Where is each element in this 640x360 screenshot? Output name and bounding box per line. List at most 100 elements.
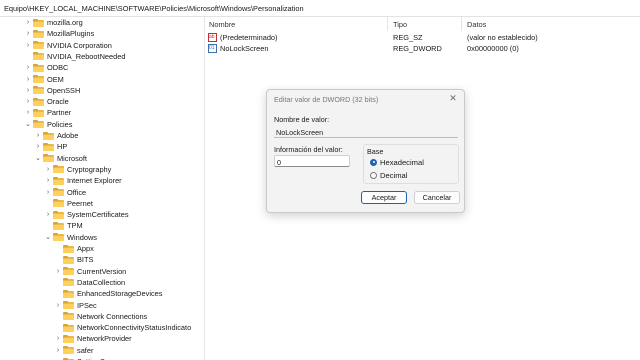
radio-decimal[interactable]: Decimal: [370, 170, 407, 180]
close-icon[interactable]: ✕: [448, 93, 458, 103]
tree-item-label: OEM: [47, 74, 64, 84]
chevron-down-icon[interactable]: ⌄: [34, 153, 42, 164]
folder-icon: [63, 278, 74, 287]
chevron-right-icon[interactable]: ›: [24, 74, 32, 85]
chevron-right-icon[interactable]: ›: [24, 107, 32, 118]
tree-item[interactable]: ⌄ Windows: [44, 232, 97, 243]
value-data-input[interactable]: 0: [274, 155, 350, 167]
tree-item[interactable]: EnhancedStorageDevices: [54, 288, 162, 299]
tree-item-label: NetworkConnectivityStatusIndicato: [77, 323, 192, 333]
tree-item[interactable]: › OpenSSH: [24, 85, 80, 96]
tree-item-label: HP: [57, 142, 68, 152]
tree-item[interactable]: › NVIDIA Corporation: [24, 40, 112, 51]
registry-tree[interactable]: › mozilla.org › MozillaPlugins › NVIDIA Corpo…: [0, 17, 200, 360]
base-label: Base: [367, 147, 384, 156]
tree-item[interactable]: › Internet Explorer: [44, 175, 122, 186]
tree-item-label: MozillaPlugins: [47, 29, 95, 39]
tree-item[interactable]: › HP: [34, 141, 67, 152]
folder-icon: [33, 41, 44, 50]
dword-value-icon: [208, 44, 217, 53]
chevron-right-icon[interactable]: ›: [24, 85, 32, 96]
radio-unselected-icon[interactable]: [370, 171, 377, 179]
chevron-right-icon[interactable]: ›: [44, 164, 52, 175]
chevron-right-icon[interactable]: ›: [24, 28, 32, 39]
tree-item[interactable]: NetworkConnectivityStatusIndicato: [54, 322, 191, 333]
tree-item[interactable]: DataCollection: [54, 277, 125, 288]
radio-label: Decimal: [380, 170, 408, 180]
ok-button[interactable]: Aceptar: [361, 191, 407, 204]
column-header-type[interactable]: Tipo: [393, 20, 407, 29]
chevron-right-icon[interactable]: ›: [54, 300, 62, 311]
column-divider[interactable]: [387, 17, 388, 31]
tree-item-label: Cryptography: [67, 164, 112, 174]
tree-item[interactable]: › SystemCertificates: [44, 209, 129, 220]
tree-item[interactable]: Network Connections: [54, 311, 147, 322]
tree-item[interactable]: ⌄ Microsoft: [34, 153, 87, 164]
tree-item[interactable]: › ODBC: [24, 62, 69, 73]
cancel-button[interactable]: Cancelar: [414, 191, 460, 204]
tree-item[interactable]: › Adobe: [34, 130, 79, 141]
value-type: REG_DWORD: [393, 44, 442, 53]
tree-item[interactable]: Peernet: [44, 198, 93, 209]
tree-item[interactable]: › IPSec: [54, 300, 97, 311]
value-row[interactable]: (Predeterminado) REG_SZ (valor no establ…: [205, 32, 640, 43]
tree-item[interactable]: ⌄ Policies: [24, 119, 72, 130]
chevron-right-icon[interactable]: ›: [34, 141, 42, 152]
edit-dword-dialog: Editar valor de DWORD (32 bits) ✕ Nombre…: [266, 89, 465, 213]
tree-item[interactable]: BITS: [54, 254, 93, 265]
address-bar[interactable]: Equipo\HKEY_LOCAL_MACHINE\SOFTWARE\Polic…: [0, 0, 640, 17]
tree-item[interactable]: TPM: [44, 220, 83, 231]
tree-item[interactable]: › CurrentVersion: [54, 266, 126, 277]
tree-item-label: CurrentVersion: [77, 266, 127, 276]
tree-item-label: NVIDIA_RebootNeeded: [47, 51, 126, 61]
folder-icon: [63, 323, 74, 332]
chevron-down-icon[interactable]: ⌄: [24, 119, 32, 130]
tree-item-label: NVIDIA Corporation: [47, 40, 112, 50]
chevron-down-icon[interactable]: ⌄: [44, 232, 52, 243]
tree-item[interactable]: › OEM: [24, 74, 64, 85]
chevron-right-icon[interactable]: ›: [54, 345, 62, 356]
radio-hexadecimal[interactable]: Hexadecimal: [370, 157, 424, 167]
folder-icon: [53, 188, 64, 196]
folder-icon: [53, 221, 64, 230]
tree-item[interactable]: Appx: [54, 243, 94, 254]
tree-item-label: safer: [77, 345, 94, 355]
column-header-name[interactable]: Nombre: [209, 20, 235, 29]
tree-item[interactable]: SettingSync: [54, 356, 116, 360]
chevron-right-icon[interactable]: ›: [24, 17, 32, 28]
chevron-right-icon[interactable]: ›: [34, 130, 42, 141]
chevron-right-icon[interactable]: ›: [54, 266, 62, 277]
tree-item-label: Appx: [77, 244, 94, 253]
tree-item[interactable]: › safer: [54, 345, 94, 356]
chevron-right-icon[interactable]: ›: [54, 333, 62, 344]
tree-item[interactable]: › mozilla.org: [24, 17, 83, 28]
folder-icon: [33, 18, 44, 27]
chevron-right-icon[interactable]: ›: [44, 209, 52, 220]
chevron-right-icon[interactable]: ›: [24, 40, 32, 51]
tree-item[interactable]: NVIDIA_RebootNeeded: [24, 51, 125, 62]
tree-item[interactable]: › Office: [44, 187, 86, 198]
value-name-field: NoLockScreen: [274, 126, 458, 138]
folder-icon: [53, 210, 64, 219]
chevron-right-icon[interactable]: ›: [24, 96, 32, 107]
value-data: 0x00000000 (0): [467, 44, 519, 53]
column-divider[interactable]: [461, 17, 462, 31]
value-row[interactable]: NoLockScreen REG_DWORD 0x00000000 (0): [205, 43, 640, 54]
chevron-right-icon[interactable]: ›: [44, 175, 52, 186]
tree-item-label: Oracle: [47, 97, 69, 107]
tree-item[interactable]: › MozillaPlugins: [24, 28, 94, 39]
tree-item[interactable]: › Partner: [24, 107, 71, 118]
tree-item[interactable]: › Oracle: [24, 96, 69, 107]
tree-item-label: Windows: [67, 232, 97, 242]
chevron-right-icon[interactable]: ›: [24, 62, 32, 73]
column-header-data[interactable]: Datos: [467, 20, 486, 29]
chevron-right-icon[interactable]: ›: [44, 187, 52, 198]
radio-selected-icon[interactable]: [370, 158, 377, 166]
tree-item[interactable]: › Cryptography: [44, 164, 112, 175]
tree-item[interactable]: › NetworkProvider: [54, 333, 132, 344]
tree-item-label: mozilla.org: [47, 18, 83, 27]
